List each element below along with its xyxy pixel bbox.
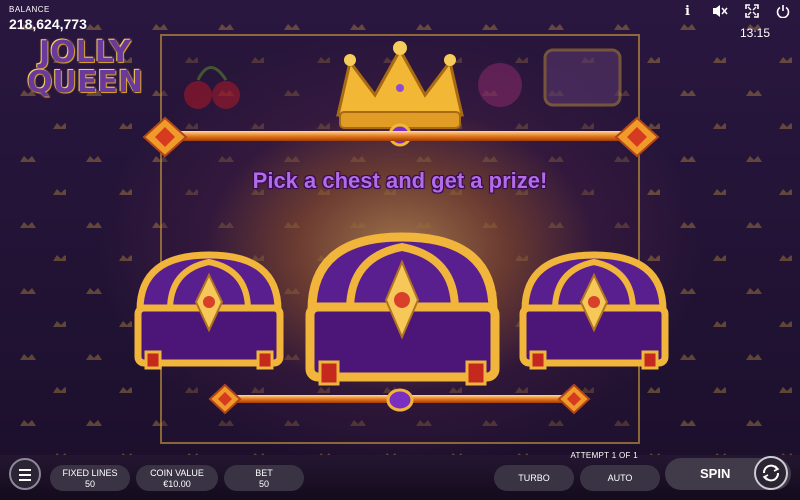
coin-value-value: €10.00 (163, 479, 191, 489)
chest-right[interactable] (515, 240, 673, 375)
fixed-lines-label: FIXED LINES (62, 468, 118, 478)
chest-symbol (543, 48, 622, 107)
fullscreen-icon[interactable] (745, 4, 759, 21)
clock: 13:15 (739, 26, 770, 40)
attempt-counter: ATTEMPT 1 OF 1 (570, 451, 638, 460)
balance-label: BALANCE (9, 5, 50, 14)
rod-ornament-bottom-right (557, 383, 591, 415)
fixed-lines-display: FIXED LINES 50 (50, 465, 130, 491)
game-logo: JOLLY QUEEN (10, 38, 160, 98)
info-icon[interactable]: i (685, 4, 690, 19)
rod-gem-bottom (386, 388, 414, 412)
banner-rod-top (162, 131, 640, 141)
auto-label: AUTO (607, 473, 633, 483)
rod-ornament-left (142, 116, 188, 158)
chest-left[interactable] (130, 240, 288, 375)
cherry-symbol (184, 81, 212, 109)
bet-selector[interactable]: BET 50 (224, 465, 304, 491)
auto-button[interactable]: AUTO (580, 465, 660, 491)
coin-value-selector[interactable]: COIN VALUE €10.00 (136, 465, 218, 491)
bet-value: 50 (258, 479, 269, 489)
turbo-label: TURBO (518, 473, 550, 483)
turbo-button[interactable]: TURBO (494, 465, 574, 491)
cherry-symbol (212, 81, 240, 109)
rod-ornament-right (614, 116, 660, 158)
menu-button[interactable] (9, 458, 41, 490)
autoplay-cycle-icon (762, 464, 780, 482)
spin-label: SPIN (700, 466, 731, 481)
coin-value-label: COIN VALUE (150, 468, 204, 478)
bonus-headline: Pick a chest and get a prize! (252, 168, 548, 193)
fixed-lines-value: 50 (84, 479, 95, 489)
logo-line-1: JOLLY (39, 35, 131, 70)
bet-label: BET (255, 468, 273, 478)
chest-center[interactable] (300, 222, 505, 392)
mute-icon[interactable] (712, 4, 728, 21)
rod-ornament-bottom-left (208, 383, 242, 415)
plum-symbol (478, 63, 522, 107)
power-icon[interactable] (776, 4, 790, 21)
autoplay-cycle-button[interactable] (754, 456, 788, 490)
balance-value: 218,624,773 (9, 16, 87, 32)
logo-line-2: QUEEN (27, 65, 143, 100)
menu-icon (19, 469, 31, 471)
